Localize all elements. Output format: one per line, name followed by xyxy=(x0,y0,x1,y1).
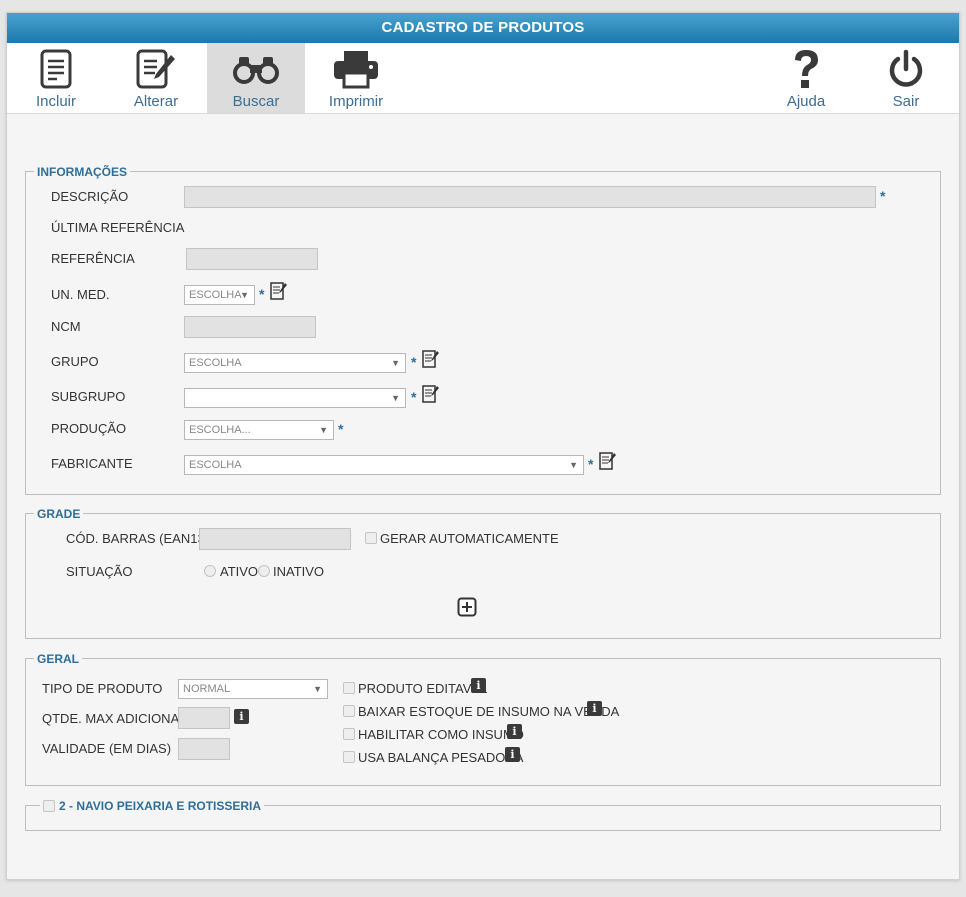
binoculars-icon xyxy=(207,47,305,91)
chevron-down-icon: ▼ xyxy=(391,393,400,403)
producao-required: * xyxy=(338,421,344,437)
geral-section: GERAL TIPO DE PRODUTO NORMAL ▼ QTDE. MAX… xyxy=(25,651,941,786)
informacoes-section: INFORMAÇÕES DESCRIÇÃO * ÚLTIMA REFERÊNCI… xyxy=(25,164,941,495)
ajuda-label: Ajuda xyxy=(786,93,826,110)
ncm-input[interactable] xyxy=(184,316,316,338)
validade-label: VALIDADE (EM DIAS) xyxy=(42,741,172,756)
toolbar: Incluir Alterar Buscar Imprimir Ajuda Sa… xyxy=(7,43,959,114)
imprimir-label: Imprimir xyxy=(328,93,384,110)
un-med-select[interactable]: ESCOLHA ▼ xyxy=(184,285,255,305)
edit-list-icon[interactable] xyxy=(422,385,439,403)
qtde-max-input[interactable] xyxy=(178,707,230,729)
cod-barras-label: CÓD. BARRAS (EAN13) xyxy=(66,531,210,546)
info-icon[interactable]: i xyxy=(471,678,486,693)
chevron-down-icon: ▼ xyxy=(391,358,400,368)
gerar-auto-checkbox[interactable] xyxy=(365,532,377,544)
tipo-produto-select[interactable]: NORMAL ▼ xyxy=(178,679,328,699)
fabricante-value: ESCOLHA xyxy=(189,459,242,471)
geral-legend: GERAL xyxy=(34,651,82,667)
add-plus-icon[interactable] xyxy=(457,597,477,617)
grade-section: GRADE CÓD. BARRAS (EAN13) GERAR AUTOMATI… xyxy=(25,506,941,639)
edit-list-icon[interactable] xyxy=(599,452,616,470)
subgrupo-required: * xyxy=(411,389,417,405)
un-med-value: ESCOLHA xyxy=(189,289,242,301)
produto-editavel-label: PRODUTO EDITAVEL xyxy=(358,681,488,696)
grade-legend: GRADE xyxy=(34,506,84,522)
buscar-label: Buscar xyxy=(232,93,280,110)
grupo-required: * xyxy=(411,354,417,370)
window-title: CADASTRO DE PRODUTOS xyxy=(7,13,959,43)
qtde-max-label: QTDE. MAX ADICIONAIS xyxy=(42,711,192,726)
grupo-label: GRUPO xyxy=(51,354,99,369)
ajuda-button[interactable]: Ajuda xyxy=(757,43,855,113)
baixar-estoque-checkbox[interactable] xyxy=(343,705,355,717)
chevron-down-icon: ▼ xyxy=(240,290,249,300)
info-icon[interactable]: i xyxy=(505,747,520,762)
info-icon[interactable]: i xyxy=(507,724,522,739)
edit-list-icon[interactable] xyxy=(270,282,287,300)
edit-list-icon[interactable] xyxy=(422,350,439,368)
descricao-input[interactable] xyxy=(184,186,876,208)
producao-value: ESCOLHA... xyxy=(189,424,251,436)
ultima-referencia-label: ÚLTIMA REFERÊNCIA xyxy=(51,220,185,235)
usa-balanca-label: USA BALANÇA PESADORA xyxy=(358,750,524,765)
chevron-down-icon: ▼ xyxy=(313,684,322,694)
loja-checkbox[interactable] xyxy=(43,800,55,812)
validade-input[interactable] xyxy=(178,738,230,760)
referencia-label: REFERÊNCIA xyxy=(51,251,135,266)
alterar-label: Alterar xyxy=(133,93,179,110)
gerar-auto-label: GERAR AUTOMATICAMENTE xyxy=(380,531,559,546)
descricao-label: DESCRIÇÃO xyxy=(51,189,129,204)
incluir-button[interactable]: Incluir xyxy=(7,43,105,113)
loja-label: 2 - NAVIO PEIXARIA E ROTISSERIA xyxy=(59,799,262,813)
chevron-down-icon: ▼ xyxy=(319,425,328,435)
cod-barras-input[interactable] xyxy=(199,528,351,550)
printer-icon xyxy=(307,47,405,91)
edit-document-icon xyxy=(107,47,205,91)
usa-balanca-checkbox[interactable] xyxy=(343,751,355,763)
informacoes-legend: INFORMAÇÕES xyxy=(34,164,130,180)
grupo-select[interactable]: ESCOLHA ▼ xyxy=(184,353,406,373)
un-med-label: UN. MED. xyxy=(51,287,110,302)
loja-section: 2 - NAVIO PEIXARIA E ROTISSERIA xyxy=(25,798,941,831)
alterar-button[interactable]: Alterar xyxy=(107,43,205,113)
produto-editavel-checkbox[interactable] xyxy=(343,682,355,694)
tipo-produto-value: NORMAL xyxy=(183,683,231,695)
habilitar-insumo-checkbox[interactable] xyxy=(343,728,355,740)
sair-button[interactable]: Sair xyxy=(857,43,955,113)
subgrupo-label: SUBGRUPO xyxy=(51,389,126,404)
producao-select[interactable]: ESCOLHA... ▼ xyxy=(184,420,334,440)
buscar-button[interactable]: Buscar xyxy=(207,43,305,113)
power-icon xyxy=(857,47,955,91)
product-registration-window: CADASTRO DE PRODUTOS Incluir Alterar Bus… xyxy=(6,12,960,880)
new-document-icon xyxy=(7,47,105,91)
incluir-label: Incluir xyxy=(35,93,76,110)
info-icon[interactable]: i xyxy=(234,709,249,724)
referencia-input[interactable] xyxy=(186,248,318,270)
fabricante-label: FABRICANTE xyxy=(51,456,133,471)
ativo-radio[interactable] xyxy=(204,565,216,577)
inativo-label: INATIVO xyxy=(273,564,325,579)
un-med-required: * xyxy=(259,286,265,302)
chevron-down-icon: ▼ xyxy=(569,460,578,470)
descricao-required: * xyxy=(880,188,886,204)
fabricante-select[interactable]: ESCOLHA ▼ xyxy=(184,455,584,475)
baixar-estoque-label: BAIXAR ESTOQUE DE INSUMO NA VENDA xyxy=(358,704,620,719)
ncm-label: NCM xyxy=(51,319,81,334)
fabricante-required: * xyxy=(588,456,594,472)
subgrupo-select[interactable]: ▼ xyxy=(184,388,406,408)
inativo-radio[interactable] xyxy=(258,565,270,577)
info-icon[interactable]: i xyxy=(587,701,602,716)
tipo-produto-label: TIPO DE PRODUTO xyxy=(42,681,163,696)
ativo-label: ATIVO xyxy=(220,564,259,579)
loja-legend: 2 - NAVIO PEIXARIA E ROTISSERIA xyxy=(40,798,265,814)
sair-label: Sair xyxy=(892,93,920,110)
grupo-value: ESCOLHA xyxy=(189,357,242,369)
imprimir-button[interactable]: Imprimir xyxy=(307,43,405,113)
situacao-label: SITUAÇÃO xyxy=(66,564,133,579)
habilitar-insumo-label: HABILITAR COMO INSUMO xyxy=(358,727,524,742)
producao-label: PRODUÇÃO xyxy=(51,421,127,436)
help-icon xyxy=(757,47,855,91)
